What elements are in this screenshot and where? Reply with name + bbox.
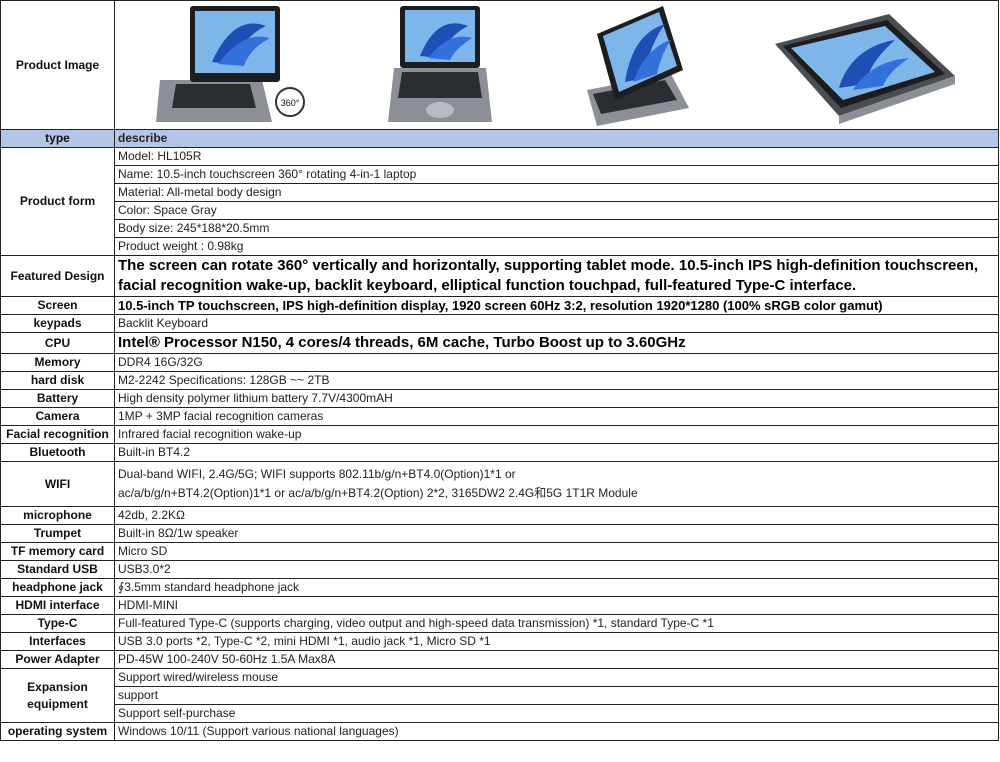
label-facial: Facial recognition [0,425,115,444]
rotate-360-badge: 360° [281,98,300,108]
label-featured-design: Featured Design [0,255,115,297]
product-image-row: Product Image 360° [0,0,999,130]
value-model: Model: HL105R [114,147,999,166]
label-screen: Screen [0,296,115,315]
label-product-image: Product Image [0,0,115,130]
label-memory: Memory [0,353,115,372]
label-cpu: CPU [0,332,115,354]
row-os: operating system Windows 10/11 (Support … [0,722,999,741]
row-screen: Screen 10.5-inch TP touchscreen, IPS hig… [0,296,999,315]
header-row: type describe [0,129,999,148]
value-facial: Infrared facial recognition wake-up [114,425,999,444]
row-power: Power Adapter PD-45W 100-240V 50-60Hz 1.… [0,650,999,669]
value-wifi: Dual-band WIFI, 2.4G/5G; WIFI supports 8… [114,461,999,507]
label-wifi: WIFI [0,461,115,507]
value-headphone: ∮3.5mm standard headphone jack [114,578,999,597]
value-hard-disk: M2-2242 Specifications: 128GB ~~ 2TB [114,371,999,390]
value-interfaces: USB 3.0 ports *2, Type-C *2, mini HDMI *… [114,632,999,651]
laptop-rotating-icon: 360° [155,6,305,122]
label-battery: Battery [0,389,115,408]
value-typec: Full-featured Type-C (supports charging,… [114,614,999,633]
value-material: Material: All-metal body design [114,183,999,202]
row-bluetooth: Bluetooth Built-in BT4.2 [0,443,999,462]
value-cpu: Intel® Processor N150, 4 cores/4 threads… [114,332,999,354]
row-microphone: microphone 42db, 2.2KΩ [0,506,999,525]
value-name: Name: 10.5-inch touchscreen 360° rotatin… [114,165,999,184]
row-headphone: headphone jack ∮3.5mm standard headphone… [0,578,999,597]
value-body-size: Body size: 245*188*20.5mm [114,219,999,238]
value-weight: Product weight : 0.98kg [114,237,999,256]
value-camera: 1MP + 3MP facial recognition cameras [114,407,999,426]
row-expansion: Expansion equipment Support wired/wirele… [0,668,999,723]
row-typec: Type-C Full-featured Type-C (supports ch… [0,614,999,633]
label-interfaces: Interfaces [0,632,115,651]
value-color: Color: Space Gray [114,201,999,220]
spec-table: Product Image 360° type describe Product… [0,0,999,741]
label-typec: Type-C [0,614,115,633]
row-facial: Facial recognition Infrared facial recog… [0,425,999,444]
row-camera: Camera 1MP + 3MP facial recognition came… [0,407,999,426]
label-type: type [0,129,115,148]
value-hdmi: HDMI-MINI [114,596,999,615]
label-microphone: microphone [0,506,115,525]
row-hdmi: HDMI interface HDMI-MINI [0,596,999,615]
laptop-open-icon [387,6,492,122]
row-interfaces: Interfaces USB 3.0 ports *2, Type-C *2, … [0,632,999,651]
row-battery: Battery High density polymer lithium bat… [0,389,999,408]
value-os: Windows 10/11 (Support various national … [114,722,999,741]
row-tf: TF memory card Micro SD [0,542,999,561]
row-product-form: Product form Model: HL105R [0,147,999,256]
label-os: operating system [0,722,115,741]
value-memory: DDR4 16G/32G [114,353,999,372]
label-product-form: Product form [0,147,115,256]
value-microphone: 42db, 2.2KΩ [114,506,999,525]
value-keypads: Backlit Keyboard [114,314,999,333]
row-wifi: WIFI Dual-band WIFI, 2.4G/5G; WIFI suppo… [0,461,999,507]
value-expansion-1: Support wired/wireless mouse [114,668,999,687]
label-usb: Standard USB [0,560,115,579]
row-usb: Standard USB USB3.0*2 [0,560,999,579]
label-tf: TF memory card [0,542,115,561]
value-usb: USB3.0*2 [114,560,999,579]
label-hdmi: HDMI interface [0,596,115,615]
row-hard-disk: hard disk M2-2242 Specifications: 128GB … [0,371,999,390]
laptop-tent-icon [587,6,690,126]
row-trumpet: Trumpet Built-in 8Ω/1w speaker [0,524,999,543]
value-describe: describe [114,129,999,148]
row-memory: Memory DDR4 16G/32G [0,353,999,372]
label-hard-disk: hard disk [0,371,115,390]
label-bluetooth: Bluetooth [0,443,115,462]
value-bluetooth: Built-in BT4.2 [114,443,999,462]
row-keypads: keypads Backlit Keyboard [0,314,999,333]
value-featured-design: The screen can rotate 360° vertically an… [114,255,999,297]
value-tf: Micro SD [114,542,999,561]
product-images: 360° [114,0,999,130]
label-keypads: keypads [0,314,115,333]
value-power: PD-45W 100-240V 50-60Hz 1.5A Max8A [114,650,999,669]
row-cpu: CPU Intel® Processor N150, 4 cores/4 thr… [0,332,999,354]
value-expansion-3: Support self-purchase [114,704,999,723]
value-battery: High density polymer lithium battery 7.7… [114,389,999,408]
laptop-tablet-icon [775,14,956,124]
row-featured-design: Featured Design The screen can rotate 36… [0,255,999,297]
value-wifi-line-2: ac/a/b/g/n+BT4.2(Option)1*1 or ac/a/b/g/… [118,486,638,500]
value-expansion-2: support [114,686,999,705]
value-trumpet: Built-in 8Ω/1w speaker [114,524,999,543]
value-wifi-line-1: Dual-band WIFI, 2.4G/5G; WIFI supports 8… [118,467,516,481]
value-screen: 10.5-inch TP touchscreen, IPS high-defin… [114,296,999,315]
label-camera: Camera [0,407,115,426]
label-headphone: headphone jack [0,578,115,597]
label-expansion: Expansion equipment [0,668,115,723]
label-trumpet: Trumpet [0,524,115,543]
label-power: Power Adapter [0,650,115,669]
